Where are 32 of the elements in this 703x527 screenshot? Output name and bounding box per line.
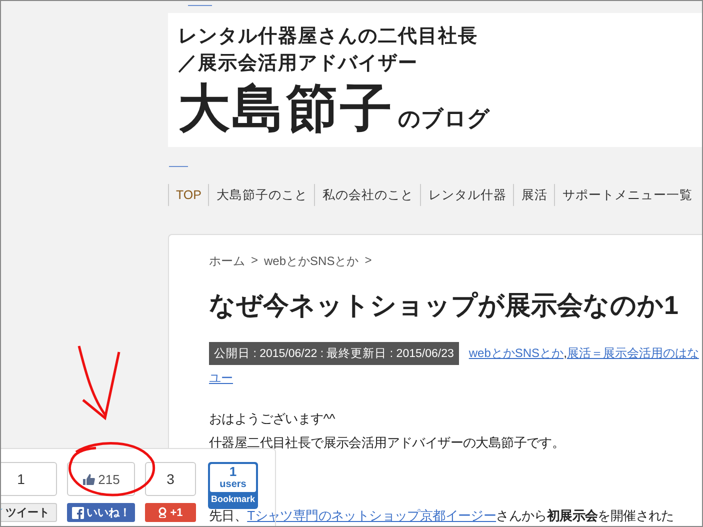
bookmark-button[interactable]: 1 users Bookmark	[208, 462, 258, 509]
nav-link[interactable]: TOP	[168, 184, 208, 206]
nav-link[interactable]: 大島節子のこと	[208, 184, 314, 206]
nav-link[interactable]: サポートメニュー一覧	[554, 184, 700, 206]
blog-title-suffix: のブログ	[398, 105, 490, 133]
category-link[interactable]: 展活＝展示会活用のはな	[566, 346, 699, 360]
breadcrumb-separator: >	[251, 253, 258, 269]
breadcrumb-link[interactable]: webとかSNSとか	[264, 253, 359, 270]
blog-tagline: レンタル什器屋さんの二代目社長	[178, 24, 479, 49]
category-link[interactable]: webとかSNSとか	[468, 346, 564, 360]
share-button[interactable]: +1	[145, 503, 196, 522]
thumbs-up-icon	[82, 472, 96, 486]
g-logo-icon	[158, 507, 168, 518]
nav-link[interactable]: レンタル什器	[420, 184, 514, 206]
share-button[interactable]: ツイート	[1, 503, 57, 522]
comma: ,	[564, 346, 567, 360]
category-link[interactable]: ユー	[209, 370, 233, 387]
facebook-icon	[72, 506, 84, 518]
blog-tagline: ／展示会活用アドバイザー	[178, 52, 419, 76]
breadcrumb-link[interactable]: ホーム	[209, 253, 245, 270]
body-paragraph: おはようございます^^	[209, 411, 336, 427]
nav-link[interactable]: 私の会社のこと	[314, 184, 420, 206]
share-count: 215	[67, 462, 135, 496]
share-count: 1	[1, 462, 57, 496]
nav-link[interactable]: 展活	[513, 184, 554, 206]
body-paragraph: 什器屋二代目社長で展示会活用アドバイザーの大島節子です。	[209, 435, 566, 451]
blog-title[interactable]: 大島節子	[178, 79, 394, 139]
post-date-label: 公開日 : 2015/06/22 : 最終更新日 : 2015/06/23	[209, 342, 459, 365]
share-button[interactable]: いいね！	[67, 503, 135, 522]
breadcrumb-separator: >	[364, 253, 372, 269]
article-title: なぜ今ネットショップが展示会なのか1	[209, 289, 680, 322]
share-count: 3	[145, 462, 196, 496]
